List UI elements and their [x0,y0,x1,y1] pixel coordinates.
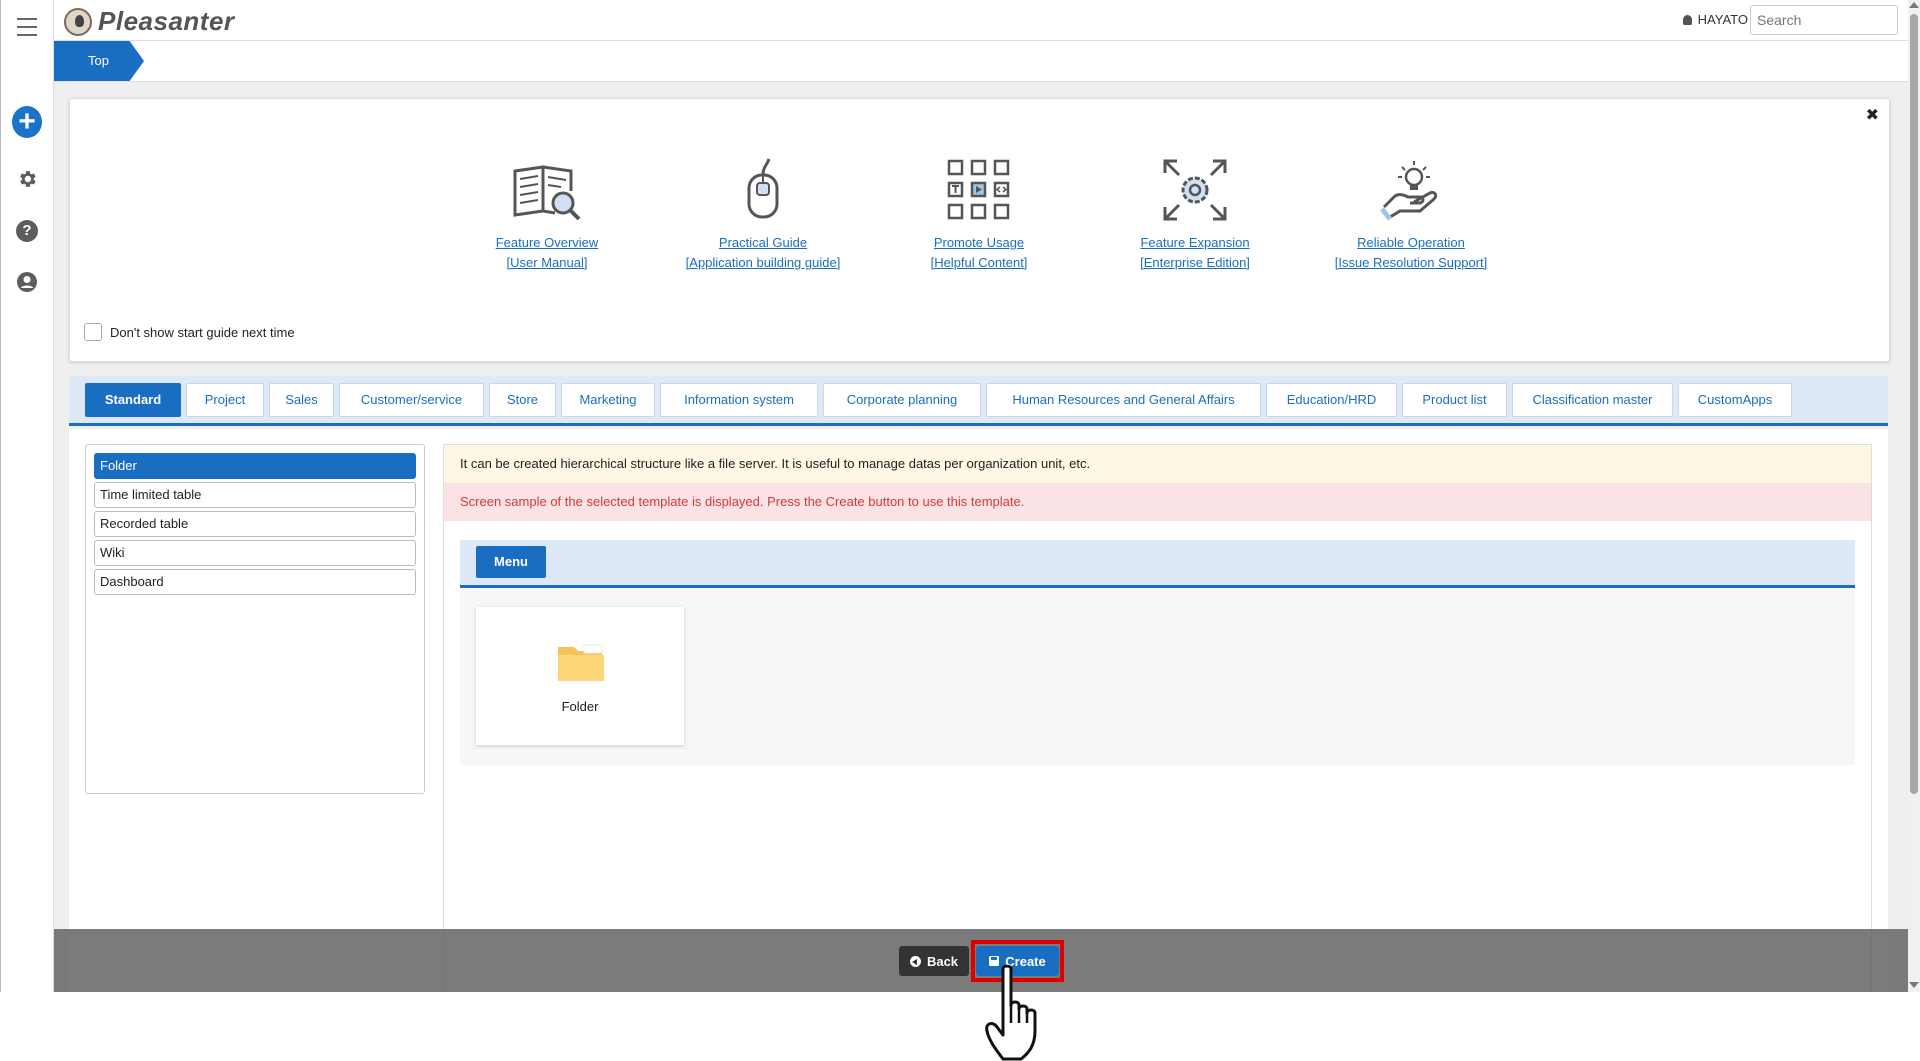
template-preview: It can be created hierarchical structure… [443,444,1872,992]
template-list: Folder Time limited table Recorded table… [85,444,425,794]
folder-card[interactable]: Folder [476,607,684,745]
back-arrow-icon [909,955,921,967]
tab-classification-master[interactable]: Classification master [1512,383,1673,417]
tab-customapps[interactable]: CustomApps [1678,383,1792,417]
back-button[interactable]: Back [899,946,969,976]
folder-card-label: Folder [561,699,599,714]
tab-information-system[interactable]: Information system [660,383,818,417]
tab-sales[interactable]: Sales [269,383,334,417]
guide-link-title[interactable]: Reliable Operation [1306,233,1516,253]
guide-item-feature-expansion: Feature Expansion [Enterprise Edition] [1090,149,1300,273]
tab-customer-service[interactable]: Customer/service [339,383,484,417]
app-window: + ? Pleasanter HAYATO Top ✖ [0,0,1920,992]
guide-link-title[interactable]: Feature Expansion [1090,233,1300,253]
tab-marketing[interactable]: Marketing [561,383,655,417]
tab-project[interactable]: Project [186,383,264,417]
guide-item-promote-usage: Promote Usage [Helpful Content] [874,149,1084,273]
breadcrumb: Top [54,41,1908,82]
add-new-icon[interactable]: + [12,106,42,138]
guide-link-sub[interactable]: [User Manual] [442,253,652,273]
guide-link-sub[interactable]: [Application building guide] [658,253,868,273]
sample-menu-bar: Menu [460,540,1855,588]
back-label: Back [926,953,959,969]
template-description: It can be created hierarchical structure… [444,445,1871,483]
user-icon [1682,14,1692,25]
mouse-click-icon [658,149,868,221]
guide-link-sub[interactable]: [Enterprise Edition] [1090,253,1300,273]
tab-education-hrd[interactable]: Education/HRD [1266,383,1397,417]
tab-human-resources[interactable]: Human Resources and General Affairs [986,383,1261,417]
guide-item-reliable-operation: Reliable Operation [Issue Resolution Sup… [1306,149,1516,273]
folder-icon [558,644,604,681]
template-item-wiki[interactable]: Wiki [94,540,416,566]
content-grid-icon [874,149,1084,221]
user-name: HAYATO [1697,12,1748,27]
dont-show-guide: Don't show start guide next time [84,323,295,341]
screen-sample: Menu Folder [460,540,1855,765]
app-name: Pleasanter [98,6,235,36]
guide-item-feature-overview: Feature Overview [User Manual] [442,149,652,273]
guide-link-title[interactable]: Feature Overview [442,233,652,253]
pointing-hand-cursor-icon [985,965,1037,1061]
scroll-thumb[interactable] [1910,14,1918,794]
dont-show-label: Don't show start guide next time [110,324,295,340]
hand-bulb-icon [1306,149,1516,221]
guide-item-practical-guide: Practical Guide [Application building gu… [658,149,868,273]
user-menu[interactable]: HAYATO [1682,12,1748,27]
scroll-up-icon[interactable] [1909,2,1919,8]
guide-link-sub[interactable]: [Helpful Content] [874,253,1084,273]
help-icon[interactable]: ? [12,216,42,246]
tab-store[interactable]: Store [489,383,556,417]
dont-show-checkbox[interactable] [84,323,102,341]
app-logo[interactable]: Pleasanter [64,6,235,37]
menu-button[interactable]: Menu [476,546,546,578]
breadcrumb-top[interactable]: Top [54,41,144,81]
expand-gear-icon [1090,149,1300,221]
tab-product-list[interactable]: Product list [1402,383,1507,417]
tab-standard[interactable]: Standard [85,383,181,417]
top-header: Pleasanter HAYATO [54,0,1908,41]
pleasanter-logo-icon [64,7,92,36]
start-guide-panel: ✖ Feature Overview [User Manual] Practic… [69,98,1890,362]
template-item-recorded-table[interactable]: Recorded table [94,511,416,537]
scroll-down-icon[interactable] [1909,982,1919,988]
hamburger-menu-icon[interactable] [12,12,42,42]
user-account-icon[interactable] [12,267,42,297]
tab-corporate-planning[interactable]: Corporate planning [823,383,981,417]
gear-icon[interactable] [12,164,42,194]
guide-link-title[interactable]: Practical Guide [658,233,868,253]
left-rail: + ? [1,0,54,992]
book-search-icon [442,149,652,221]
guide-link-sub[interactable]: [Issue Resolution Support] [1306,253,1516,273]
template-category-tabs: Standard Project Sales Customer/service … [69,376,1888,426]
close-icon[interactable]: ✖ [1866,105,1879,125]
template-hint: Screen sample of the selected template i… [444,483,1871,521]
vertical-scrollbar[interactable] [1908,0,1920,992]
template-item-time-limited-table[interactable]: Time limited table [94,482,416,508]
template-item-folder[interactable]: Folder [94,453,416,479]
guide-link-title[interactable]: Promote Usage [874,233,1084,253]
search-input[interactable] [1750,5,1898,35]
template-item-dashboard[interactable]: Dashboard [94,569,416,595]
